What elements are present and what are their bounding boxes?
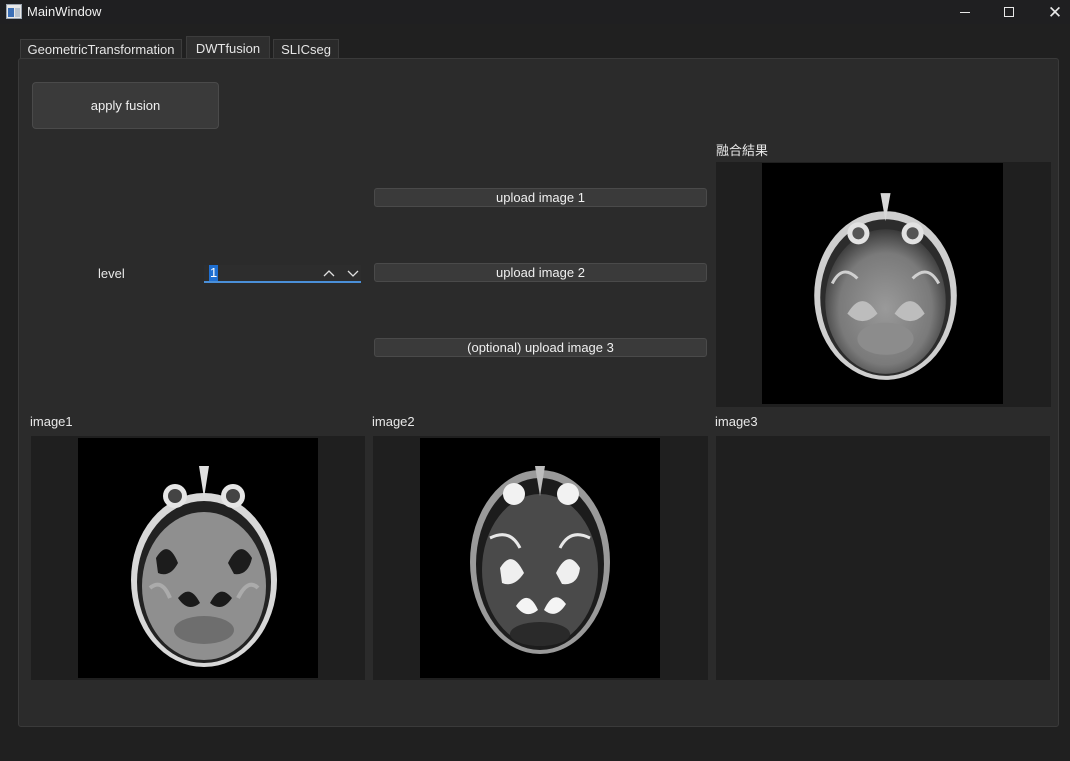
image2-label: image2 (372, 414, 415, 429)
app-window-icon (6, 4, 22, 19)
level-label: level (98, 266, 125, 281)
apply-fusion-button[interactable]: apply fusion (32, 82, 219, 129)
image1-view (31, 436, 365, 680)
tab-geometric-transformation[interactable]: GeometricTransformation (20, 39, 182, 59)
tab-dwt-fusion[interactable]: DWTfusion (186, 36, 270, 59)
image3-label: image3 (715, 414, 758, 429)
chevron-down-icon[interactable] (346, 267, 360, 279)
fusion-result-label: 融合結果 (716, 143, 769, 158)
image2-mri-image (420, 438, 660, 678)
upload-image-3-button[interactable]: (optional) upload image 3 (374, 338, 707, 357)
maximize-icon (1004, 7, 1014, 17)
image1-mri-image (78, 438, 318, 678)
image1-label: image1 (30, 414, 73, 429)
close-icon: ✕ (1047, 2, 1063, 22)
level-value[interactable]: 1 (209, 265, 219, 281)
chevron-up-icon[interactable] (322, 267, 336, 279)
title-bar: MainWindow ✕ (0, 0, 1070, 24)
level-spinbox[interactable]: 1 (204, 265, 361, 283)
upload-image-1-button[interactable]: upload image 1 (374, 188, 707, 207)
image3-view (716, 436, 1050, 680)
close-button[interactable]: ✕ (1032, 0, 1070, 24)
minimize-button[interactable] (942, 0, 988, 24)
maximize-button[interactable] (986, 0, 1032, 24)
upload-image-2-button[interactable]: upload image 2 (374, 263, 707, 282)
window-title: MainWindow (27, 4, 102, 19)
fusion-result-view (716, 162, 1051, 407)
fusion-result-image (762, 163, 1003, 404)
minimize-icon (960, 11, 970, 13)
tab-slic-seg[interactable]: SLICseg (273, 39, 339, 59)
image2-view (373, 436, 708, 680)
